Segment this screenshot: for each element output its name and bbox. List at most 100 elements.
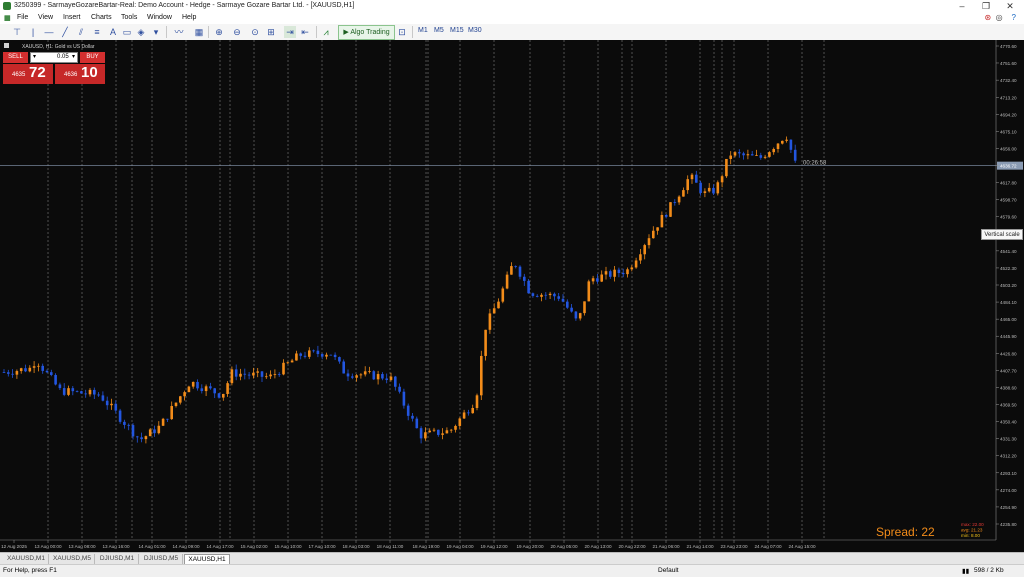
y-tick-label: 4388.60	[1000, 385, 1017, 390]
bull-candle	[703, 191, 707, 193]
crosshair-tool-icon[interactable]: ⊤	[12, 26, 22, 38]
bull-candle	[587, 281, 591, 302]
tab-xauusd-m1[interactable]: XAUUSD,M1	[4, 554, 49, 564]
bear-candle	[518, 266, 522, 277]
bull-candle	[432, 429, 436, 431]
signal-icon[interactable]: ⊛	[985, 13, 992, 22]
lot-decrease-icon[interactable]: ▾	[33, 53, 36, 62]
bull-candle	[725, 158, 728, 177]
horizontal-line-icon[interactable]: —	[44, 26, 54, 38]
market-watch-icon[interactable]: ⩘	[320, 26, 332, 38]
x-tick-label: 18 Aug 11:00	[377, 544, 404, 549]
bear-candle	[333, 354, 337, 358]
bear-candle	[277, 374, 281, 375]
bull-candle	[505, 274, 509, 289]
spread-stat: max: 22.00	[961, 522, 984, 527]
lot-increase-icon[interactable]: ▾	[72, 53, 75, 62]
bear-candle	[437, 429, 440, 435]
autoscroll-icon[interactable]: ⇥	[284, 26, 296, 38]
account-icon[interactable]: ◎	[996, 13, 1003, 22]
shapes-icon[interactable]: ◈	[136, 26, 146, 38]
vertical-line-icon[interactable]: |	[28, 26, 38, 38]
bull-candle	[161, 418, 165, 426]
bear-candle	[93, 389, 96, 395]
bear-candle	[570, 307, 573, 312]
tab-djiusd-m1[interactable]: DJIUSD,M1	[96, 554, 139, 564]
chart-shift-icon[interactable]: ⇤	[300, 26, 310, 38]
y-tick-label: 4694.20	[1000, 112, 1017, 117]
trendline-icon[interactable]: ╱	[60, 26, 70, 38]
bull-candle	[449, 429, 453, 431]
y-tick-label: 4254.90	[1000, 505, 1017, 510]
timeframe-m15[interactable]: M15	[450, 27, 464, 34]
bear-candle	[372, 371, 376, 380]
bull-candle	[763, 156, 767, 158]
price-chart[interactable]: 4770.60 4751.60 4732.40 4713.20 4694.20 4675.…	[0, 40, 1024, 552]
buy-price-box[interactable]: 4636 10	[55, 64, 105, 84]
spread-stat: avg: 21.23	[961, 528, 983, 533]
help-icon[interactable]: ?	[1012, 13, 1016, 22]
bull-candle	[368, 371, 371, 373]
close-button[interactable]: ✕	[998, 0, 1022, 12]
bull-candle	[720, 176, 724, 183]
status-profile[interactable]: Default	[658, 567, 679, 574]
maximize-button[interactable]: ❐	[974, 0, 998, 12]
bear-candle	[742, 153, 745, 156]
menu-view[interactable]: View	[38, 14, 53, 21]
bull-candle	[501, 288, 505, 302]
y-tick-label: 4579.60	[1000, 215, 1017, 220]
one-click-trading-icon[interactable]: ⊡	[396, 26, 408, 38]
bull-candle	[488, 313, 492, 330]
bear-candle	[50, 372, 53, 375]
templates-icon[interactable]: ▦	[194, 26, 204, 38]
bear-candle	[97, 394, 100, 396]
shapes-dropdown-icon[interactable]: ▾	[150, 26, 162, 38]
menu-insert[interactable]: Insert	[63, 14, 81, 21]
tile-windows-icon[interactable]: ⊞	[266, 26, 276, 38]
zoom-in-icon[interactable]: ⊕	[214, 26, 224, 38]
channel-icon[interactable]: ⫽	[76, 26, 86, 38]
y-tick-label: 4675.10	[1000, 129, 1017, 134]
zoom-out-icon[interactable]: ⊖	[232, 26, 242, 38]
timeframe-m30[interactable]: M30	[468, 27, 482, 34]
tab-djiusd-m5[interactable]: DJIUSD,M5	[140, 554, 183, 564]
indicators-icon[interactable]: 〰	[172, 26, 186, 38]
bull-candle	[265, 376, 268, 378]
spread-label: Spread: 22	[876, 525, 935, 539]
menu-charts[interactable]: Charts	[91, 14, 112, 21]
bull-candle	[269, 374, 272, 377]
bull-candle	[492, 308, 496, 314]
sell-price-small: 4635	[12, 72, 26, 78]
menu-tools[interactable]: Tools	[121, 14, 137, 21]
label-tool-icon[interactable]: ▭	[122, 26, 132, 38]
menu-window[interactable]: Window	[147, 14, 172, 21]
tab-xauusd-m5[interactable]: XAUUSD,M5	[50, 554, 95, 564]
y-tick-label: 4274.00	[1000, 488, 1017, 493]
sell-price-box[interactable]: 4635 72	[3, 64, 53, 84]
bear-candle	[320, 354, 324, 357]
zoom-fit-icon[interactable]: ⊙	[250, 26, 260, 38]
bear-candle	[41, 365, 44, 371]
lot-size-field[interactable]: ▾ 0.05 ▾	[30, 52, 78, 63]
x-tick-label: 21 Aug 06:00	[652, 544, 680, 549]
chart-area[interactable]: 4770.60 4751.60 4732.40 4713.20 4694.20 4675.…	[0, 40, 1024, 552]
fibonacci-icon[interactable]: ≡	[92, 26, 102, 38]
text-tool-icon[interactable]: A	[108, 26, 118, 38]
timeframe-m1[interactable]: M1	[418, 27, 428, 34]
sell-button[interactable]: SELL	[3, 52, 28, 63]
bear-candle	[166, 418, 169, 420]
bear-candle	[118, 410, 122, 422]
menu-file[interactable]: File	[17, 14, 28, 21]
y-tick-label: 4656.00	[1000, 146, 1017, 151]
bear-candle	[793, 149, 797, 161]
menu-app-icon[interactable]: ▦	[4, 14, 11, 22]
minimize-button[interactable]: –	[950, 0, 974, 12]
timeframe-m5[interactable]: M5	[434, 27, 444, 34]
bull-candle	[170, 406, 173, 420]
bear-candle	[11, 373, 14, 375]
algo-trading-button[interactable]: ▶ Algo Trading	[338, 25, 395, 40]
menu-help[interactable]: Help	[182, 14, 196, 21]
y-tick-label: 4503.20	[1000, 283, 1017, 288]
bull-candle	[604, 271, 608, 275]
buy-button[interactable]: BUY	[80, 52, 105, 63]
